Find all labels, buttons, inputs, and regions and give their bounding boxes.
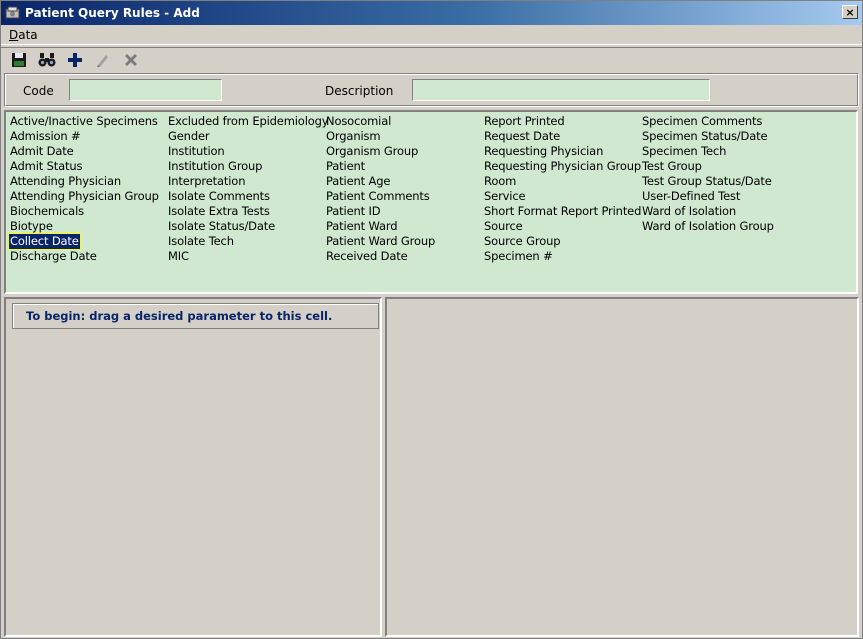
edit-icon (97, 54, 108, 67)
parameter-item[interactable]: Report Printed (483, 114, 642, 129)
drop-target-cell[interactable]: To begin: drag a desired parameter to th… (12, 303, 379, 329)
parameter-item[interactable]: Institution Group (167, 159, 329, 174)
parameter-item[interactable]: Specimen Tech (641, 144, 775, 159)
parameter-item[interactable]: MIC (167, 249, 329, 264)
parameter-item[interactable]: Ward of Isolation Group (641, 219, 775, 234)
parameter-item[interactable]: Interpretation (167, 174, 329, 189)
close-icon: × (845, 5, 855, 19)
parameter-item[interactable]: Test Group Status/Date (641, 174, 775, 189)
parameter-item[interactable]: Attending Physician (9, 174, 160, 189)
delete-icon (125, 53, 137, 66)
parameter-item[interactable]: Isolate Comments (167, 189, 329, 204)
parameter-item[interactable]: Specimen Status/Date (641, 129, 775, 144)
parameter-item[interactable]: Isolate Extra Tests (167, 204, 329, 219)
parameter-column: Specimen Comments Specimen Status/Date S… (641, 114, 775, 234)
find-icon (38, 52, 56, 66)
parameter-item[interactable]: Biotype (9, 219, 160, 234)
parameter-column: Nosocomial Organism Organism Group Patie… (325, 114, 436, 264)
parameter-item[interactable]: Isolate Status/Date (167, 219, 329, 234)
parameter-item[interactable]: Specimen Comments (641, 114, 775, 129)
rule-builder-pane[interactable]: To begin: drag a desired parameter to th… (4, 297, 382, 637)
parameter-item[interactable]: Patient ID (325, 204, 436, 219)
menu-bar: Data (1, 25, 862, 45)
rule-detail-pane[interactable] (385, 297, 859, 637)
parameter-item[interactable]: Admit Status (9, 159, 160, 174)
window-title: Patient Query Rules - Add (25, 6, 200, 20)
parameter-item[interactable]: Nosocomial (325, 114, 436, 129)
parameter-item[interactable]: Service (483, 189, 642, 204)
rule-header-panel: Code Description (4, 73, 859, 107)
parameter-item[interactable]: Requesting Physician Group (483, 159, 642, 174)
parameter-list: Active/Inactive Specimens Admission # Ad… (4, 110, 858, 294)
menu-data[interactable]: Data (9, 28, 38, 42)
parameter-item[interactable]: Admission # (9, 129, 160, 144)
parameter-column: Report Printed Request Date Requesting P… (483, 114, 642, 264)
parameter-column: Active/Inactive Specimens Admission # Ad… (8, 114, 160, 264)
parameter-item[interactable]: Discharge Date (9, 249, 160, 264)
parameter-item[interactable]: Specimen # (483, 249, 642, 264)
toolbar (1, 47, 862, 71)
code-label: Code (23, 84, 54, 98)
app-window-icon[interactable] (5, 5, 21, 21)
parameter-item[interactable]: Patient Comments (325, 189, 436, 204)
parameter-item[interactable]: Organism Group (325, 144, 436, 159)
parameter-item[interactable]: Active/Inactive Specimens (9, 114, 160, 129)
parameter-item[interactable]: Admit Date (9, 144, 160, 159)
parameter-item[interactable]: Ward of Isolation (641, 204, 775, 219)
patient-query-rules-window: Patient Query Rules - Add × Data Code De… (0, 0, 863, 639)
save-button[interactable] (9, 50, 29, 70)
edit-button[interactable] (93, 50, 113, 70)
parameter-item[interactable]: Test Group (641, 159, 775, 174)
parameter-item[interactable]: Biochemicals (9, 204, 160, 219)
parameter-item[interactable]: Patient (325, 159, 436, 174)
parameter-column: Excluded from Epidemiology Gender Instit… (167, 114, 329, 264)
parameter-item[interactable]: Excluded from Epidemiology (167, 114, 329, 129)
drop-instruction: To begin: drag a desired parameter to th… (26, 309, 333, 323)
parameter-item[interactable]: Attending Physician Group (9, 189, 160, 204)
delete-button[interactable] (121, 50, 141, 70)
save-icon (12, 52, 26, 67)
parameter-item[interactable]: Source (483, 219, 642, 234)
description-field[interactable] (412, 79, 710, 101)
title-bar[interactable]: Patient Query Rules - Add × (1, 1, 862, 25)
add-icon (68, 52, 82, 67)
add-button[interactable] (65, 50, 85, 70)
description-label: Description (325, 84, 394, 98)
parameter-item[interactable]: Short Format Report Printed (483, 204, 642, 219)
parameter-item[interactable]: Source Group (483, 234, 642, 249)
parameter-item[interactable]: Request Date (483, 129, 642, 144)
parameter-item[interactable]: Received Date (325, 249, 436, 264)
parameter-item-selected[interactable]: Collect Date (8, 233, 81, 250)
parameter-item[interactable]: Requesting Physician (483, 144, 642, 159)
parameter-item[interactable]: Patient Age (325, 174, 436, 189)
parameter-item[interactable]: Room (483, 174, 642, 189)
parameter-item[interactable]: Gender (167, 129, 329, 144)
close-button[interactable]: × (842, 5, 858, 19)
find-button[interactable] (37, 50, 57, 70)
parameter-item[interactable]: Organism (325, 129, 436, 144)
parameter-item[interactable]: Isolate Tech (167, 234, 329, 249)
code-field[interactable] (69, 79, 222, 101)
parameter-item[interactable]: Patient Ward Group (325, 234, 436, 249)
parameter-item[interactable]: Patient Ward (325, 219, 436, 234)
parameter-item[interactable]: User-Defined Test (641, 189, 775, 204)
parameter-item[interactable]: Institution (167, 144, 329, 159)
